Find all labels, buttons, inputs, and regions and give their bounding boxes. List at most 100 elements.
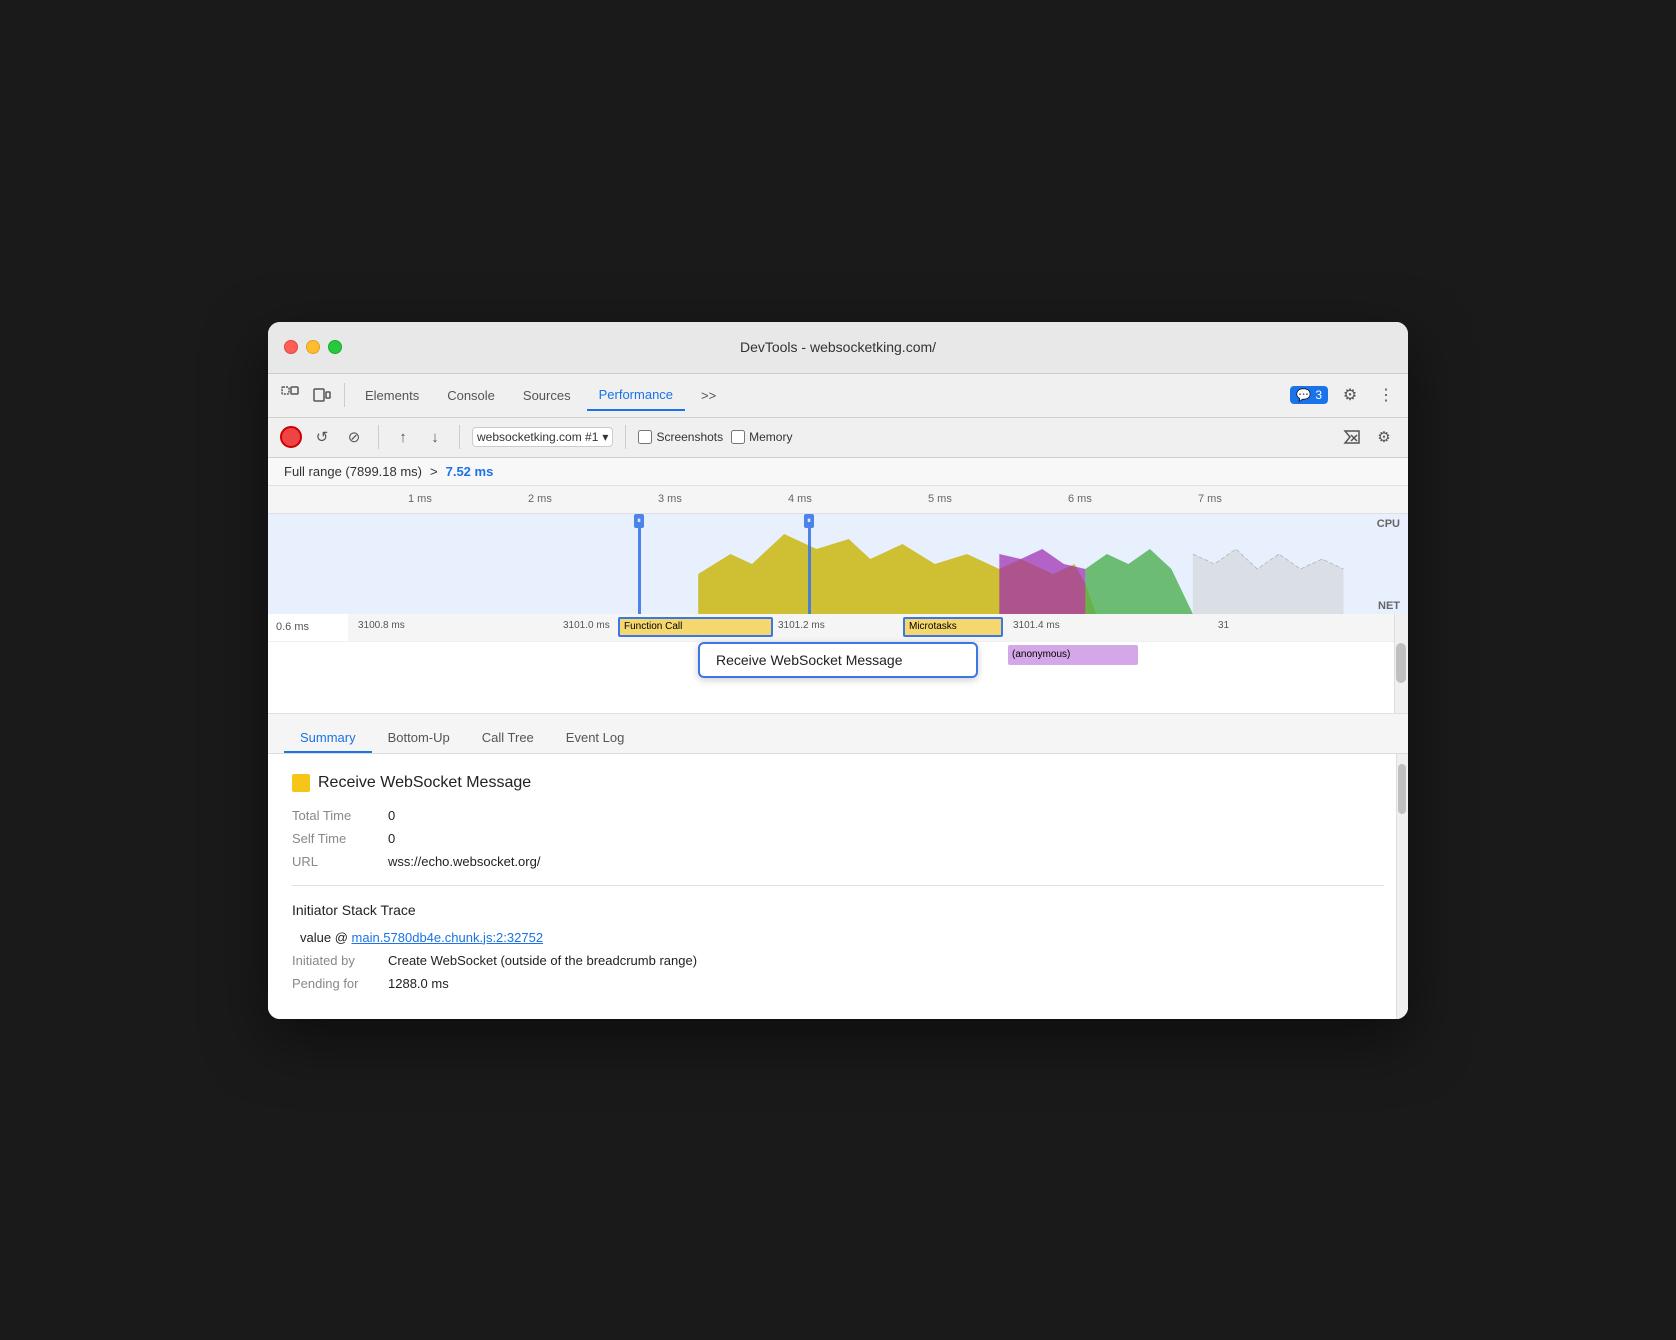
tick-1ms: 1 ms [408, 493, 432, 505]
memory-checkbox[interactable] [731, 430, 745, 444]
clear-icon[interactable]: ⊘ [342, 425, 366, 449]
function-call-segment[interactable]: Function Call [618, 617, 773, 637]
badge-count: 3 [1315, 388, 1322, 402]
tab-more[interactable]: >> [689, 379, 728, 411]
timeline-scrollbar[interactable] [1394, 614, 1408, 713]
url-value: websocketking.com #1 [477, 430, 598, 444]
more-options-icon[interactable]: ⋮ [1372, 381, 1400, 409]
tick-2ms: 2 ms [528, 493, 552, 505]
tab-call-tree[interactable]: Call Tree [466, 724, 550, 753]
summary-scrollbar[interactable] [1396, 754, 1408, 1019]
pending-row: Pending for 1288.0 ms [292, 976, 1384, 991]
chat-icon: 💬 [1296, 388, 1311, 402]
tick-3ms: 3 ms [658, 493, 682, 505]
device-toolbar-icon[interactable] [308, 381, 336, 409]
title-icon [292, 774, 310, 792]
range-value: 7.52 ms [446, 464, 494, 479]
window-controls [284, 340, 342, 354]
range-separator: > [430, 464, 438, 479]
tick-7ms: 7 ms [1198, 493, 1222, 505]
sep2 [378, 425, 379, 449]
tab-event-log[interactable]: Event Log [550, 724, 641, 753]
toolbar-right: 💬 3 ⚙ ⋮ [1290, 381, 1400, 409]
anonymous-segment[interactable]: (anonymous) [1008, 645, 1138, 665]
initiated-value: Create WebSocket (outside of the breadcr… [388, 953, 697, 968]
tick-4ms: 4 ms [788, 493, 812, 505]
anonymous-label: (anonymous) [1012, 649, 1070, 660]
screenshots-checkbox-label[interactable]: Screenshots [638, 430, 723, 444]
clean-icon[interactable] [1340, 425, 1364, 449]
time-ruler: 1 ms 2 ms 3 ms 4 ms 5 ms 6 ms 7 ms [268, 486, 1408, 514]
self-time-value: 0 [388, 831, 395, 846]
time-3100-8: 3100.8 ms [358, 620, 405, 631]
total-time-label: Total Time [292, 808, 372, 823]
tab-performance[interactable]: Performance [587, 379, 685, 411]
self-time-row: Self Time 0 [292, 831, 1384, 846]
settings-icon[interactable]: ⚙ [1336, 381, 1364, 409]
upload-icon[interactable]: ↑ [391, 425, 415, 449]
url-row: URL wss://echo.websocket.org/ [292, 854, 1384, 869]
inspector-icon[interactable] [276, 381, 304, 409]
tab-sources[interactable]: Sources [511, 379, 583, 411]
titlebar: DevTools - websocketking.com/ [268, 322, 1408, 374]
total-time-value: 0 [388, 808, 395, 823]
screenshots-label: Screenshots [656, 430, 723, 444]
cursor-left: ⏸ [638, 514, 641, 614]
sep4 [625, 425, 626, 449]
summary-scrollbar-thumb[interactable] [1398, 764, 1406, 814]
range-bar: Full range (7899.18 ms) > 7.52 ms [268, 458, 1408, 486]
tab-console[interactable]: Console [435, 379, 507, 411]
tab-elements[interactable]: Elements [353, 379, 431, 411]
sep3 [459, 425, 460, 449]
url-selector[interactable]: websocketking.com #1 ▾ [472, 427, 613, 447]
download-icon[interactable]: ↓ [423, 425, 447, 449]
memory-label: Memory [749, 430, 792, 444]
timeline-area[interactable]: 1 ms 2 ms 3 ms 4 ms 5 ms 6 ms 7 ms CPU N… [268, 486, 1408, 1019]
screenshots-checkbox[interactable] [638, 430, 652, 444]
scrollbar-thumb[interactable] [1396, 643, 1406, 683]
flame-segments[interactable]: 3100.8 ms 3101.0 ms Function Call 3101.2… [348, 614, 1408, 641]
time-3101-4: 3101.4 ms [1013, 620, 1060, 631]
microtasks-segment[interactable]: Microtasks [903, 617, 1003, 637]
minimize-button[interactable] [306, 340, 320, 354]
url-value: wss://echo.websocket.org/ [388, 854, 540, 869]
reload-record-icon[interactable]: ↺ [310, 425, 334, 449]
flame-chart[interactable]: 0.6 ms 3100.8 ms 3101.0 ms Function Call… [268, 614, 1408, 714]
cpu-chart[interactable]: CPU NET ⏸ ⏸ [268, 514, 1408, 614]
time-3101-0: 3101.0 ms [563, 620, 610, 631]
initiated-row: Initiated by Create WebSocket (outside o… [292, 953, 1384, 968]
stack-link[interactable]: main.5780db4e.chunk.js:2:32752 [352, 930, 544, 945]
window-title: DevTools - websocketking.com/ [740, 339, 936, 355]
cursor-right: ⏸ [808, 514, 811, 614]
time-31: 31 [1218, 620, 1229, 631]
initiated-label: Initiated by [292, 953, 372, 968]
tooltip: Receive WebSocket Message [698, 642, 978, 678]
settings2-icon[interactable]: ⚙ [1372, 425, 1396, 449]
close-button[interactable] [284, 340, 298, 354]
tooltip-text: Receive WebSocket Message [716, 652, 903, 668]
toolbar-separator [344, 383, 345, 407]
flame-row-main: 0.6 ms 3100.8 ms 3101.0 ms Function Call… [268, 614, 1408, 642]
feedback-badge[interactable]: 💬 3 [1290, 386, 1328, 404]
tick-6ms: 6 ms [1068, 493, 1092, 505]
summary-title: Receive WebSocket Message [292, 774, 1384, 792]
cpu-label: CPU [1377, 518, 1400, 530]
maximize-button[interactable] [328, 340, 342, 354]
tab-summary[interactable]: Summary [284, 724, 372, 753]
tab-bottom-up[interactable]: Bottom-Up [372, 724, 466, 753]
tick-5ms: 5 ms [928, 493, 952, 505]
total-time-row: Total Time 0 [292, 808, 1384, 823]
nav-toolbar: Elements Console Sources Performance >> … [268, 374, 1408, 418]
range-label: Full range (7899.18 ms) [284, 464, 422, 479]
url-label: URL [292, 854, 372, 869]
performance-toolbar: ↺ ⊘ ↑ ↓ websocketking.com #1 ▾ Screensho… [268, 418, 1408, 458]
record-button[interactable] [280, 426, 302, 448]
self-time-label: Self Time [292, 831, 372, 846]
ruler-ticks: 1 ms 2 ms 3 ms 4 ms 5 ms 6 ms 7 ms [348, 486, 1408, 513]
pending-label: Pending for [292, 976, 372, 991]
function-call-label: Function Call [624, 621, 682, 632]
flame-label-left: 0.6 ms [268, 621, 348, 633]
stack-row: value @ main.5780db4e.chunk.js:2:32752 [292, 930, 1384, 945]
memory-checkbox-label[interactable]: Memory [731, 430, 792, 444]
summary-event-name: Receive WebSocket Message [318, 774, 531, 792]
